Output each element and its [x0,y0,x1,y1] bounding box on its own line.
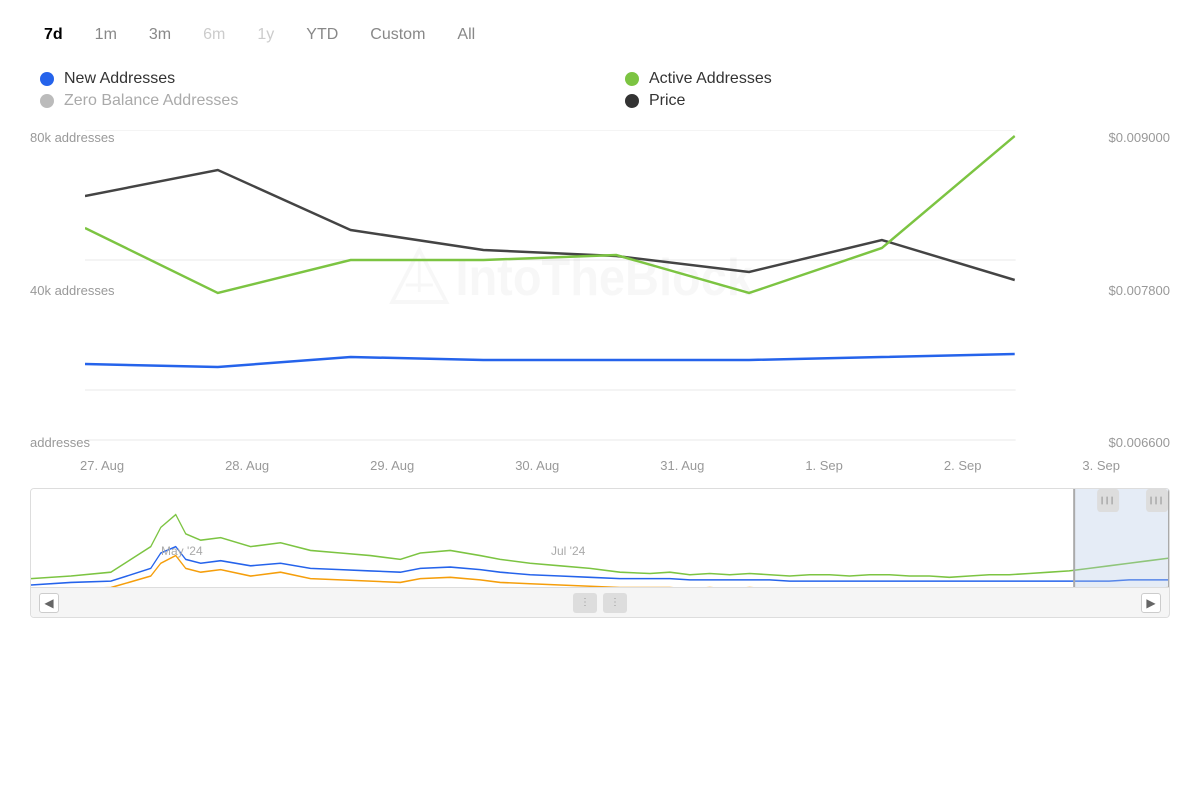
mini-chart-container[interactable]: May '24 Jul '24 ◀ ⋮ ⋮ ▶ [30,488,1170,618]
x-label-4: 31. Aug [660,458,704,473]
nav-handle-right[interactable]: ⋮ [603,593,627,613]
x-label-0: 27. Aug [80,458,124,473]
nav-arrow-right[interactable]: ▶ [1141,593,1161,613]
main-container: 7d 1m 3m 6m 1y YTD Custom All New Addres… [0,0,1200,800]
time-btn-7d[interactable]: 7d [30,20,77,50]
time-btn-1y: 1y [243,20,288,50]
time-btn-ytd[interactable]: YTD [292,20,352,50]
legend-label-price: Price [649,92,685,110]
x-label-3: 30. Aug [515,458,559,473]
nav-controls: ◀ ⋮ ⋮ ▶ [31,587,1169,617]
x-label-7: 3. Sep [1082,458,1120,473]
legend-price[interactable]: Price [625,92,1170,110]
time-btn-6m: 6m [189,20,239,50]
main-chart: 80k addresses 40k addresses addresses $0… [30,130,1170,450]
legend-label-new-addresses: New Addresses [64,70,175,88]
legend-label-zero-balance: Zero Balance Addresses [64,92,238,110]
time-btn-custom[interactable]: Custom [356,20,439,50]
legend-new-addresses[interactable]: New Addresses [40,70,585,88]
nav-arrow-left[interactable]: ◀ [39,593,59,613]
mini-label-jul: Jul '24 [551,544,585,558]
legend-zero-balance[interactable]: Zero Balance Addresses [40,92,585,110]
x-label-2: 29. Aug [370,458,414,473]
x-label-6: 2. Sep [944,458,982,473]
time-range-selector: 7d 1m 3m 6m 1y YTD Custom All [30,20,1170,50]
legend-dot-active-addresses [625,72,639,86]
legend-active-addresses[interactable]: Active Addresses [625,70,1170,88]
chart-wrapper: 80k addresses 40k addresses addresses $0… [30,130,1170,618]
main-chart-svg: IntoTheBlock [30,130,1170,450]
mini-label-may: May '24 [161,544,203,558]
nav-handle-left[interactable]: ⋮ [573,593,597,613]
time-btn-3m[interactable]: 3m [135,20,185,50]
legend-dot-price [625,94,639,108]
legend-dot-new-addresses [40,72,54,86]
chart-legend: New Addresses Active Addresses Zero Bala… [30,70,1170,110]
x-label-1: 28. Aug [225,458,269,473]
new-addresses-line [85,354,1015,367]
time-btn-1m[interactable]: 1m [81,20,131,50]
x-axis: 27. Aug 28. Aug 29. Aug 30. Aug 31. Aug … [30,450,1170,473]
time-btn-all[interactable]: All [443,20,489,50]
legend-label-active-addresses: Active Addresses [649,70,772,88]
legend-dot-zero-balance [40,94,54,108]
x-label-5: 1. Sep [805,458,843,473]
